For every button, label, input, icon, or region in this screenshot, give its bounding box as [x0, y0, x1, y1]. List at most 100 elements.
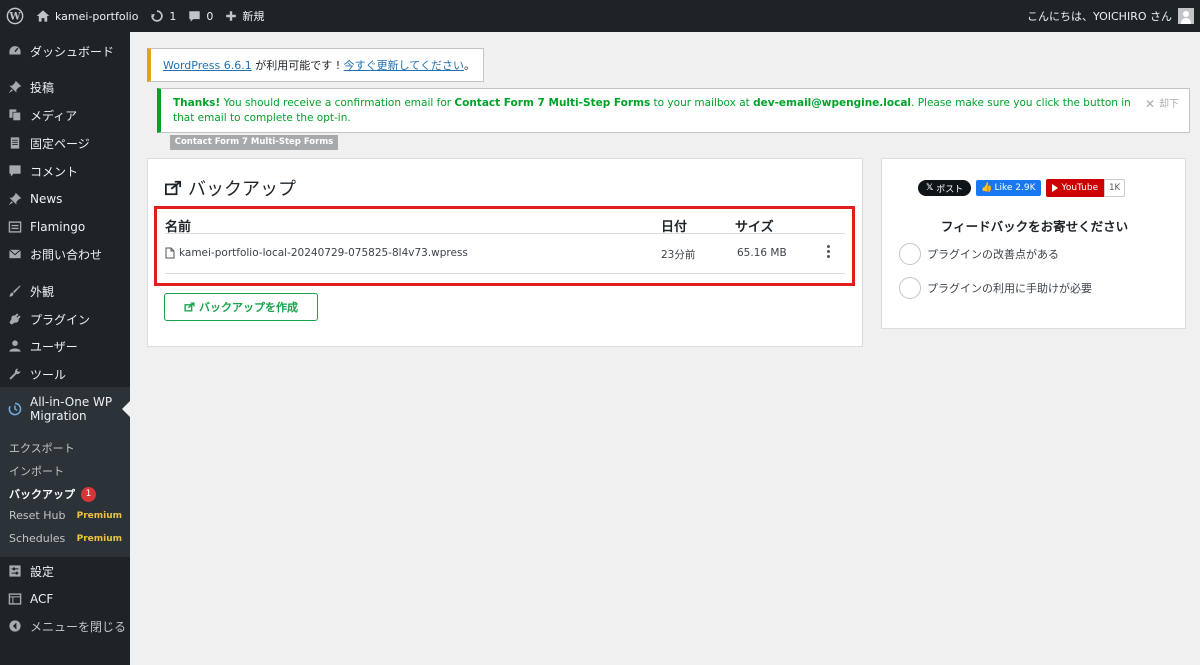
- external-share-icon: [164, 180, 182, 196]
- column-name-header: 名前: [165, 220, 192, 235]
- menu-flamingo[interactable]: Flamingo: [0, 213, 130, 241]
- update-icon: [151, 10, 164, 22]
- submenu-backups[interactable]: バックアップ 1: [9, 486, 124, 502]
- media-icon: [8, 108, 22, 122]
- mail-icon: [8, 247, 22, 261]
- notice-message: Thanks! You should receive a confirmatio…: [173, 97, 1131, 124]
- create-backup-button[interactable]: バックアップを作成: [164, 293, 318, 321]
- flamingo-icon: [8, 220, 22, 234]
- backups-panel: バックアップ 名前 日付 サイズ kamei-portfolio-local-2…: [147, 158, 863, 347]
- updates-link[interactable]: 1: [144, 0, 182, 32]
- table-row: kamei-portfolio-local-20240729-075825-8l…: [165, 234, 845, 274]
- submenu-reset-hub[interactable]: Reset Hub Premium: [9, 509, 124, 522]
- svg-text:W: W: [8, 12, 21, 23]
- menu-appearance[interactable]: 外観: [0, 277, 130, 305]
- close-icon: ✕: [1144, 97, 1155, 111]
- menu-posts[interactable]: 投稿: [0, 73, 130, 101]
- backup-count-badge: 1: [81, 486, 96, 502]
- new-label: 新規: [242, 10, 265, 23]
- backup-size: 65.16 MB: [737, 247, 787, 259]
- row-actions-menu-icon[interactable]: [827, 245, 831, 258]
- user-icon: [8, 339, 22, 353]
- dashboard-icon: [8, 44, 22, 58]
- comments-link[interactable]: 0: [182, 0, 219, 32]
- radio-button[interactable]: [899, 243, 921, 265]
- migration-submenu: エクスポート インポート バックアップ 1 Reset Hub Premium …: [0, 431, 130, 557]
- social-buttons: 𝕏 ポスト 👍 Like 2.9K YouTube 1K: [918, 179, 1126, 197]
- menu-media[interactable]: メディア: [0, 101, 130, 129]
- table-header: 名前 日付 サイズ: [165, 213, 845, 235]
- external-share-icon: [184, 302, 195, 312]
- menu-all-in-one-wp-migration[interactable]: All-in-One WP Migration: [0, 387, 130, 431]
- comments-count: 0: [206, 9, 214, 23]
- site-name-link[interactable]: kamei-portfolio: [30, 0, 144, 32]
- radio-button[interactable]: [899, 277, 921, 299]
- page-icon: [8, 136, 22, 150]
- youtube-subscribe-button[interactable]: YouTube 1K: [1045, 179, 1126, 197]
- feedback-option-improvement[interactable]: プラグインの改善点がある: [899, 243, 1059, 265]
- menu-plugins[interactable]: プラグイン: [0, 305, 130, 333]
- submenu-import[interactable]: インポート: [9, 463, 124, 479]
- wordpress-version-link[interactable]: WordPress 6.6.1: [163, 59, 252, 72]
- menu-comments[interactable]: コメント: [0, 157, 130, 185]
- column-date-header: 日付: [661, 220, 688, 235]
- backup-date: 23分前: [661, 249, 696, 261]
- plus-icon: [226, 11, 237, 21]
- collapse-icon: [8, 619, 22, 633]
- file-icon: [165, 247, 175, 259]
- migration-icon: [8, 402, 22, 416]
- page-title: バックアップ: [164, 175, 296, 201]
- comment-icon: [189, 10, 201, 22]
- menu-dashboard[interactable]: ダッシュボード: [0, 37, 130, 65]
- optin-success-notice: Thanks! You should receive a confirmatio…: [157, 88, 1190, 133]
- pin-icon: [8, 192, 22, 206]
- backup-file-name: kamei-portfolio-local-20240729-075825-8l…: [165, 247, 468, 259]
- update-now-link[interactable]: 今すぐ更新してください: [344, 57, 464, 73]
- submenu-export[interactable]: エクスポート: [9, 440, 124, 456]
- thumbs-up-icon: 👍: [981, 183, 993, 193]
- plugin-icon: [8, 312, 22, 326]
- acf-icon: [8, 592, 22, 606]
- brush-icon: [8, 284, 22, 298]
- menu-pages[interactable]: 固定ページ: [0, 129, 130, 157]
- avatar: [1178, 8, 1194, 24]
- site-name: kamei-portfolio: [55, 9, 139, 23]
- wordpress-logo-icon[interactable]: W: [0, 0, 30, 32]
- x-logo-icon: 𝕏: [926, 183, 934, 193]
- account-menu[interactable]: こんにちは、YOICHIRO さん: [1027, 0, 1194, 32]
- menu-tools[interactable]: ツール: [0, 360, 130, 388]
- feedback-panel: 𝕏 ポスト 👍 Like 2.9K YouTube 1K フィードバックをお寄せくだ…: [881, 158, 1186, 329]
- dismiss-button[interactable]: ✕ 却下: [1145, 97, 1179, 112]
- menu-news[interactable]: News: [0, 185, 130, 213]
- menu-contact[interactable]: お問い合わせ: [0, 240, 130, 268]
- youtube-subscriber-count: 1K: [1104, 179, 1126, 197]
- submenu-schedules[interactable]: Schedules Premium: [9, 532, 124, 545]
- greeting: こんにちは、YOICHIRO さん: [1026, 10, 1172, 23]
- comment-icon: [8, 164, 22, 178]
- feedback-option-help[interactable]: プラグインの利用に手助けが必要: [899, 277, 1092, 299]
- admin-sidebar: ダッシュボード 投稿 メディア 固定ページ コメント News Flamingo…: [0, 32, 130, 665]
- current-menu-arrow: [122, 401, 130, 417]
- premium-tag: Premium: [76, 510, 122, 521]
- home-icon: [36, 10, 50, 22]
- feedback-title: フィードバックをお寄せください: [940, 219, 1129, 234]
- x-post-button[interactable]: 𝕏 ポスト: [918, 180, 972, 196]
- menu-acf[interactable]: ACF: [0, 585, 130, 613]
- updates-count: 1: [169, 9, 177, 23]
- plugin-tag: Contact Form 7 Multi-Step Forms: [170, 135, 338, 150]
- admin-bar: W kamei-portfolio 1 0 新規 こんにちは、YOICHIRO …: [0, 0, 1200, 32]
- youtube-play-icon: [1051, 184, 1058, 192]
- premium-tag: Premium: [76, 533, 122, 544]
- menu-settings[interactable]: 設定: [0, 557, 130, 585]
- update-notice: WordPress 6.6.1 が利用可能です ! 今すぐ更新してください 。: [147, 48, 484, 82]
- collapse-menu-button[interactable]: メニューを閉じる: [0, 612, 130, 640]
- column-size-header: サイズ: [735, 220, 774, 235]
- backup-table-highlight: 名前 日付 サイズ kamei-portfolio-local-20240729…: [154, 206, 855, 286]
- pin-icon: [8, 80, 22, 94]
- menu-users[interactable]: ユーザー: [0, 332, 130, 360]
- new-content-link[interactable]: 新規: [219, 0, 270, 32]
- facebook-like-button[interactable]: 👍 Like 2.9K: [976, 180, 1041, 196]
- settings-icon: [8, 564, 22, 578]
- wrench-icon: [8, 367, 22, 381]
- backup-table: 名前 日付 サイズ kamei-portfolio-local-20240729…: [165, 213, 845, 274]
